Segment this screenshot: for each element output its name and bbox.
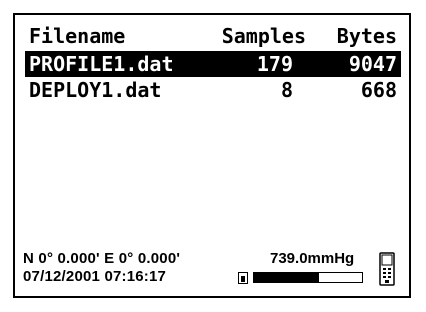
battery-level-bar <box>253 272 363 283</box>
battery-level-fill <box>254 273 319 282</box>
date-time: 07/12/2001 07:16:17 <box>23 268 167 285</box>
file-bytes: 9047 <box>348 52 397 76</box>
samples-column-header: Samples <box>221 24 306 48</box>
barometric-pressure: 739.0mmHg <box>270 250 355 267</box>
handheld-device-icon <box>379 252 395 286</box>
file-name: DEPLOY1.dat <box>29 78 162 102</box>
file-list-header: Filename Samples Bytes <box>25 23 401 49</box>
bytes-column-header: Bytes <box>336 24 397 48</box>
file-samples: 179 <box>256 52 293 76</box>
file-bytes: 668 <box>360 78 397 102</box>
gps-coordinates: N 0° 0.000' E 0° 0.000' <box>23 250 181 267</box>
file-row-profile1[interactable]: PROFILE1.dat 179 9047 <box>25 51 401 77</box>
file-name: PROFILE1.dat <box>29 52 174 76</box>
device-screen: Filename Samples Bytes PROFILE1.dat 179 … <box>13 13 411 298</box>
file-row-deploy1[interactable]: DEPLOY1.dat 8 668 <box>25 77 401 103</box>
filename-column-header: Filename <box>29 24 126 48</box>
battery-icon <box>238 272 248 284</box>
status-bar: N 0° 0.000' E 0° 0.000' 07/12/2001 07:16… <box>23 250 401 290</box>
file-samples: 8 <box>280 78 293 102</box>
